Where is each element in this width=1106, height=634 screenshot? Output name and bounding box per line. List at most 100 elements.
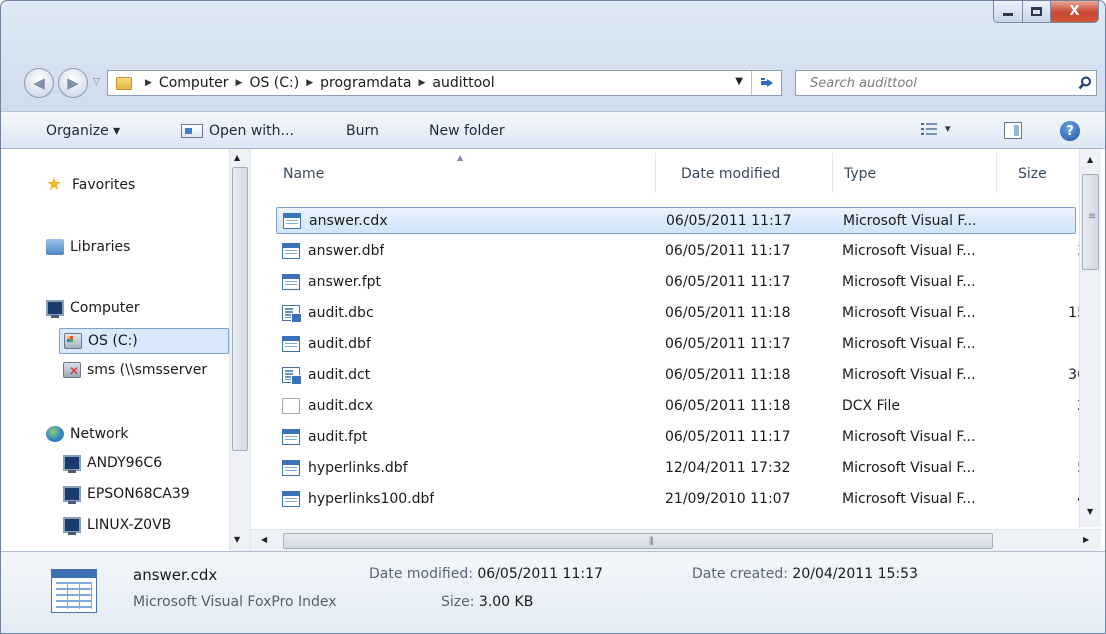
details-view-icon (921, 122, 937, 135)
search-box[interactable]: Search audittool (795, 70, 1097, 96)
details-value: 20/04/2011 15:53 (792, 566, 918, 582)
scroll-up-icon[interactable]: ▲ (234, 153, 240, 162)
scroll-left-icon[interactable]: ◀ (261, 535, 267, 544)
change-view-button[interactable]: ▾ (921, 122, 951, 135)
back-button[interactable]: ◀ (24, 68, 54, 98)
nav-host[interactable]: LINUX-Z0VB (63, 517, 171, 535)
scroll-grip-icon: ⦀ (649, 535, 654, 548)
column-header-type[interactable]: Type (844, 166, 876, 182)
details-label: Size: (441, 594, 475, 610)
nav-host[interactable]: ANDY96C6 (63, 455, 162, 473)
details-file-type: Microsoft Visual FoxPro Index (133, 594, 337, 610)
nav-libraries[interactable]: Libraries (46, 239, 130, 255)
file-row[interactable]: hyperlinks.dbf 12/04/2011 17:32 Microsoft … (276, 455, 1086, 482)
new-folder-button[interactable]: New folder (429, 123, 505, 139)
breadcrumb-separator-icon[interactable]: ▶ (236, 78, 243, 88)
file-size: 3 (1006, 243, 1086, 259)
nav-network-label: Network (70, 426, 129, 442)
forward-button[interactable]: ▶ (58, 68, 88, 98)
file-size: 5 (1006, 460, 1086, 476)
file-date-modified: 06/05/2011 11:17 (665, 274, 791, 290)
search-input[interactable]: Search audittool (810, 76, 1074, 91)
nav-host[interactable]: EPSON68CA39 (63, 486, 190, 504)
database-file-icon (282, 367, 302, 385)
file-row[interactable]: answer.fpt 06/05/2011 11:17 Microsoft Visu… (276, 269, 1076, 296)
generic-file-icon (282, 398, 300, 414)
close-button[interactable]: X (1051, 1, 1099, 23)
breadcrumb-audittool[interactable]: audittool (432, 75, 494, 91)
file-thumbnail-icon (51, 569, 97, 613)
forward-arrow-icon: ▶ (67, 74, 79, 92)
file-type: Microsoft Visual F... (842, 274, 976, 290)
nav-os-drive[interactable]: OS (C:) (59, 328, 229, 354)
breadcrumb-computer[interactable]: Computer (159, 75, 229, 91)
file-date-modified: 06/05/2011 11:17 (666, 213, 792, 229)
nav-favorites[interactable]: ★ Favorites (46, 176, 136, 194)
help-button[interactable]: ? (1060, 121, 1080, 141)
address-history-dropdown-icon[interactable]: ▼ (735, 76, 743, 87)
column-headers: ▲ Name Date modified Type Size (251, 149, 1105, 201)
maximize-button[interactable] (1023, 1, 1051, 23)
breadcrumb-separator-icon[interactable]: ▶ (306, 78, 313, 88)
breadcrumb-programdata[interactable]: programdata (320, 75, 411, 91)
file-list-vertical-scrollbar[interactable]: ▲ ≡ ▼ (1079, 149, 1101, 527)
column-header-name[interactable]: Name (283, 166, 324, 182)
view-dropdown-icon: ▾ (945, 122, 951, 135)
minimize-button[interactable] (993, 1, 1023, 23)
nav-sms-drive[interactable]: sms (\\smsserver (63, 362, 207, 378)
libraries-icon (46, 239, 64, 255)
file-size: 15 (1068, 305, 1086, 321)
back-arrow-icon: ◀ (33, 74, 45, 92)
organize-button[interactable]: Organize ▾ (46, 123, 120, 139)
nav-computer[interactable]: Computer (46, 300, 140, 318)
scroll-down-icon[interactable]: ▼ (234, 535, 240, 544)
breadcrumb-separator-icon[interactable]: ▶ (418, 78, 425, 88)
file-size: 36 (1068, 367, 1086, 383)
details-pane: answer.cdx Microsoft Visual FoxPro Index… (1, 551, 1105, 633)
scroll-down-icon[interactable]: ▼ (1087, 507, 1093, 516)
drive-icon (64, 333, 82, 349)
close-icon: X (1069, 4, 1080, 19)
nav-favorites-label: Favorites (72, 177, 136, 193)
file-row[interactable]: answer.cdx 06/05/2011 11:17 Microsoft Visu… (276, 207, 1076, 234)
file-date-modified: 06/05/2011 11:17 (665, 243, 791, 259)
nav-scroll-thumb[interactable] (232, 167, 248, 451)
search-icon[interactable] (1074, 72, 1096, 94)
burn-button[interactable]: Burn (346, 123, 379, 139)
table-file-icon (282, 243, 300, 259)
minimize-icon (1003, 13, 1013, 16)
nav-network[interactable]: Network (46, 426, 128, 442)
help-icon: ? (1066, 123, 1074, 139)
column-divider[interactable] (996, 153, 997, 193)
file-list-horizontal-scrollbar[interactable]: ◀ ⦀ ▶ (251, 529, 1101, 551)
preview-pane-button[interactable] (1004, 122, 1022, 139)
breadcrumb-os-drive[interactable]: OS (C:) (249, 75, 299, 91)
file-row[interactable]: hyperlinks100.dbf 21/09/2010 11:07 Microso… (276, 486, 1086, 513)
file-scroll-thumb[interactable]: ≡ (1082, 174, 1099, 270)
file-type: Microsoft Visual F... (842, 491, 976, 507)
details-file-name: answer.cdx (133, 566, 218, 584)
column-header-size[interactable]: Size (1018, 166, 1047, 182)
scroll-right-icon[interactable]: ▶ (1083, 535, 1089, 544)
file-row[interactable]: answer.dbf 06/05/2011 11:17 Microsoft Visu… (276, 238, 1086, 265)
refresh-button[interactable] (751, 71, 781, 95)
column-divider[interactable] (655, 153, 656, 193)
file-row[interactable]: audit.dbc 06/05/2011 11:18 Microsoft Visua… (276, 300, 1086, 327)
file-row[interactable]: audit.dct 06/05/2011 11:18 Microsoft Visua… (276, 362, 1086, 389)
caption-buttons: X (993, 1, 1099, 23)
recent-pages-dropdown[interactable]: ▽ (93, 77, 100, 87)
file-row[interactable]: audit.dcx 06/05/2011 11:18 DCX File 2 (276, 393, 1086, 420)
file-name: answer.dbf (308, 243, 385, 259)
file-row[interactable]: audit.dbf 06/05/2011 11:17 Microsoft Visua… (276, 331, 1076, 358)
column-divider[interactable] (832, 153, 833, 193)
file-name: answer.cdx (309, 213, 388, 229)
file-row[interactable]: audit.fpt 06/05/2011 11:17 Microsoft Visua… (276, 424, 1076, 451)
breadcrumb-separator-icon[interactable]: ▶ (145, 78, 152, 88)
file-hscroll-thumb[interactable]: ⦀ (283, 533, 993, 549)
open-with-button[interactable]: Open with... (181, 123, 294, 139)
column-header-date[interactable]: Date modified (681, 166, 780, 182)
scroll-up-icon[interactable]: ▲ (1087, 155, 1093, 164)
magnifier-icon (1078, 76, 1091, 90)
address-bar[interactable]: ▶ Computer ▶ OS (C:) ▶ programdata ▶ aud… (107, 70, 782, 96)
nav-pane-scrollbar[interactable]: ▲ ▼ (229, 149, 250, 551)
